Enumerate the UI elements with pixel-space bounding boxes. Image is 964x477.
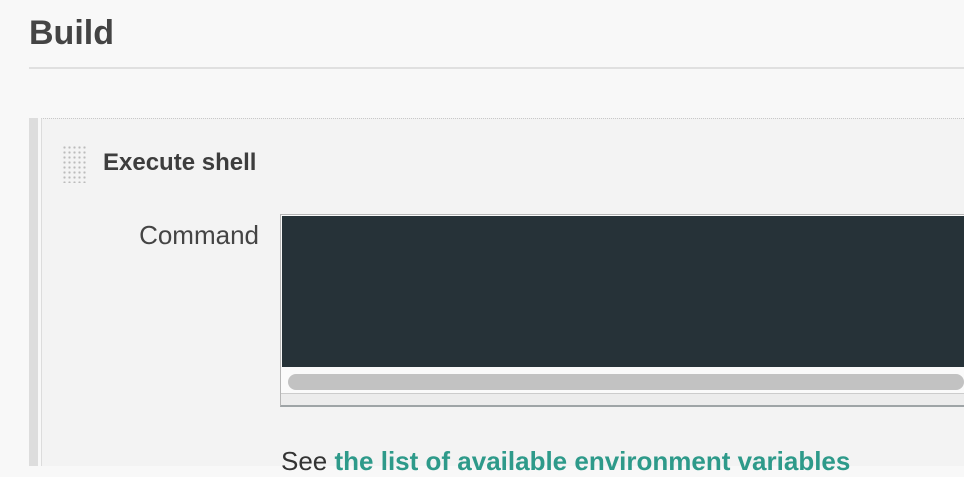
section-divider	[29, 67, 964, 69]
command-label: Command	[139, 220, 259, 250]
step-title: Execute shell	[103, 149, 257, 176]
command-input[interactable]	[282, 216, 964, 367]
drag-handle-icon[interactable]	[62, 145, 86, 183]
editor-resize-handle[interactable]	[281, 393, 964, 405]
step-left-bar	[29, 118, 38, 466]
section-title: Build	[29, 14, 114, 52]
help-text: See the list of available environment va…	[281, 446, 954, 477]
env-variables-link[interactable]: the list of available environment variab…	[335, 446, 851, 476]
command-editor[interactable]	[280, 214, 964, 407]
help-prefix: See	[281, 446, 335, 476]
horizontal-scrollbar[interactable]	[288, 374, 964, 390]
